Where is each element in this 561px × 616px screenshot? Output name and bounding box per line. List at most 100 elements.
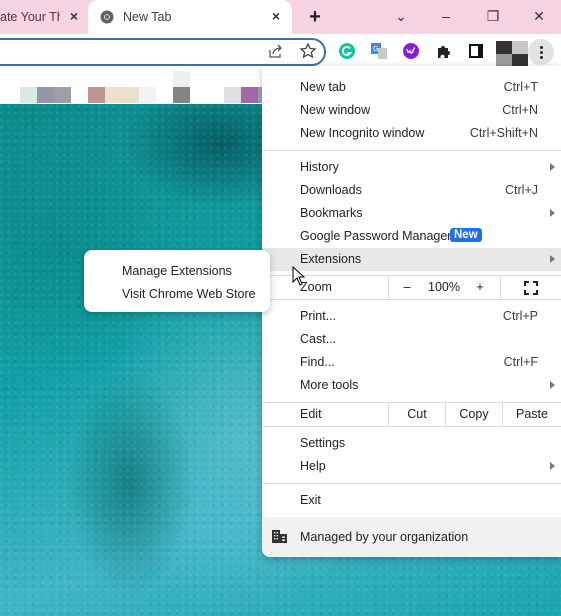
menu-item-label: Exit (300, 493, 321, 507)
bookmark-item[interactable] (139, 87, 156, 103)
menu-separator (262, 426, 561, 427)
menu-item-label: New tab (300, 80, 346, 94)
submenu-item-visit-chrome-web-store[interactable]: Visit Chrome Web Store (122, 287, 256, 301)
window-close-icon[interactable]: ✕ (529, 6, 549, 26)
menu-item-label: Downloads (300, 183, 362, 197)
submenu-arrow-icon (550, 209, 555, 217)
share-icon[interactable] (267, 42, 285, 60)
menu-item-label: New Incognito window (300, 126, 425, 140)
submenu-arrow-icon (550, 462, 555, 470)
menu-item-exit[interactable]: Exit (262, 489, 561, 512)
menu-item-shortcut: Ctrl+F (503, 355, 538, 369)
chrome-menu-button[interactable] (528, 39, 554, 65)
grammarly-icon[interactable] (338, 42, 356, 60)
menu-item-google-password-manager[interactable]: Google Password Manager New (262, 225, 561, 248)
tab-search-icon[interactable]: ⌄ (391, 6, 411, 26)
menu-item-shortcut: Ctrl+P (502, 309, 538, 323)
google-translate-icon[interactable]: G (370, 42, 388, 60)
close-tab-icon[interactable]: × (66, 8, 82, 24)
wordtune-icon[interactable] (402, 42, 420, 60)
tab-title: ate Your Th (0, 10, 60, 24)
menu-item-label: Extensions (300, 252, 362, 266)
edit-label: Edit (300, 407, 322, 421)
paste-button[interactable]: Paste (503, 407, 561, 421)
kebab-dot (539, 45, 543, 49)
tab-strip: ate Your Th × New Tab × + ⌄ – ❐ ✕ (0, 0, 561, 34)
menu-separator (262, 150, 561, 151)
submenu-arrow-icon (550, 381, 555, 389)
menu-item-find[interactable]: Find... Ctrl+F (262, 351, 561, 374)
chrome-main-menu: New tab Ctrl+T New window Ctrl+N New Inc… (262, 66, 561, 557)
menu-item-shortcut: Ctrl+Shift+N (469, 126, 538, 140)
menu-item-bookmarks[interactable]: Bookmarks (262, 202, 561, 225)
bookmark-item[interactable] (20, 87, 37, 103)
tab-title: New Tab (123, 10, 172, 24)
bookmark-item[interactable] (54, 87, 71, 103)
building-icon (272, 530, 287, 543)
bookmark-item[interactable] (105, 87, 139, 103)
chrome-icon (100, 10, 114, 24)
vertical-separator (388, 276, 389, 299)
bookmark-item[interactable] (173, 87, 190, 103)
menu-item-new-tab[interactable]: New tab Ctrl+T (262, 76, 561, 99)
bookmark-item[interactable] (37, 87, 54, 103)
menu-row-edit: Edit Cut Copy Paste (262, 403, 561, 426)
menu-item-help[interactable]: Help (262, 455, 561, 478)
copy-button[interactable]: Copy (446, 407, 502, 421)
minimize-icon[interactable]: – (436, 6, 456, 26)
menu-item-managed-by-organization[interactable]: Managed by your organization (262, 517, 561, 557)
menu-item-new-incognito-window[interactable]: New Incognito window Ctrl+Shift+N (262, 122, 561, 145)
svg-text:G: G (373, 45, 378, 53)
menu-item-print[interactable]: Print... Ctrl+P (262, 305, 561, 328)
menu-item-label: More tools (300, 378, 359, 392)
menu-item-more-tools[interactable]: More tools (262, 374, 561, 397)
submenu-arrow-icon (550, 163, 555, 171)
submenu-arrow-icon (550, 255, 555, 263)
extensions-puzzle-icon[interactable] (435, 42, 453, 60)
mouse-cursor-icon (292, 266, 306, 286)
zoom-level: 100% (428, 280, 460, 294)
menu-item-new-window[interactable]: New window Ctrl+N (262, 99, 561, 122)
menu-item-settings[interactable]: Settings (262, 432, 561, 455)
menu-separator (262, 483, 561, 484)
new-tab-button[interactable]: + (305, 7, 325, 27)
menu-item-extensions[interactable]: Extensions (262, 248, 561, 271)
menu-row-zoom: Zoom – 100% + (262, 276, 561, 299)
kebab-dot (539, 55, 543, 59)
menu-item-label: Google Password Manager (300, 229, 452, 243)
menu-separator (262, 299, 561, 300)
bookmark-item[interactable] (241, 87, 258, 103)
zoom-in-button[interactable]: + (473, 280, 487, 294)
side-panel-icon[interactable] (467, 42, 485, 60)
menu-item-label: Settings (300, 436, 346, 450)
bookmark-item[interactable] (224, 87, 241, 103)
menu-item-shortcut: Ctrl+N (502, 103, 538, 117)
managed-label: Managed by your organization (300, 530, 469, 544)
tab-new-tab[interactable]: New Tab × (88, 0, 292, 34)
vertical-separator (500, 276, 501, 299)
close-tab-icon[interactable]: × (268, 8, 284, 24)
zoom-out-button[interactable]: – (400, 280, 414, 294)
menu-item-cast[interactable]: Cast... (262, 328, 561, 351)
menu-item-history[interactable]: History (262, 156, 561, 179)
menu-item-shortcut: Ctrl+T (503, 80, 538, 94)
restore-icon[interactable]: ❐ (483, 6, 503, 26)
menu-item-label: Print... (300, 309, 337, 323)
avatar-tile (512, 41, 528, 54)
profile-avatar[interactable] (496, 41, 528, 67)
bookmark-item[interactable] (173, 71, 190, 87)
menu-item-label: Help (300, 459, 326, 473)
menu-item-downloads[interactable]: Downloads Ctrl+J (262, 179, 561, 202)
menu-item-label: Bookmarks (300, 206, 363, 220)
tab-inactive[interactable]: ate Your Th × (0, 0, 88, 34)
fullscreen-icon[interactable] (524, 281, 538, 295)
bookmarks-bar (0, 68, 262, 104)
bookmark-star-icon[interactable] (299, 42, 317, 60)
extensions-submenu: Manage Extensions Visit Chrome Web Store (84, 250, 270, 312)
menu-item-label: Find... (300, 355, 335, 369)
kebab-dot (539, 50, 543, 54)
submenu-item-manage-extensions[interactable]: Manage Extensions (122, 264, 232, 278)
cut-button[interactable]: Cut (389, 407, 445, 421)
bookmark-item[interactable] (88, 87, 105, 103)
avatar-tile (496, 41, 512, 54)
